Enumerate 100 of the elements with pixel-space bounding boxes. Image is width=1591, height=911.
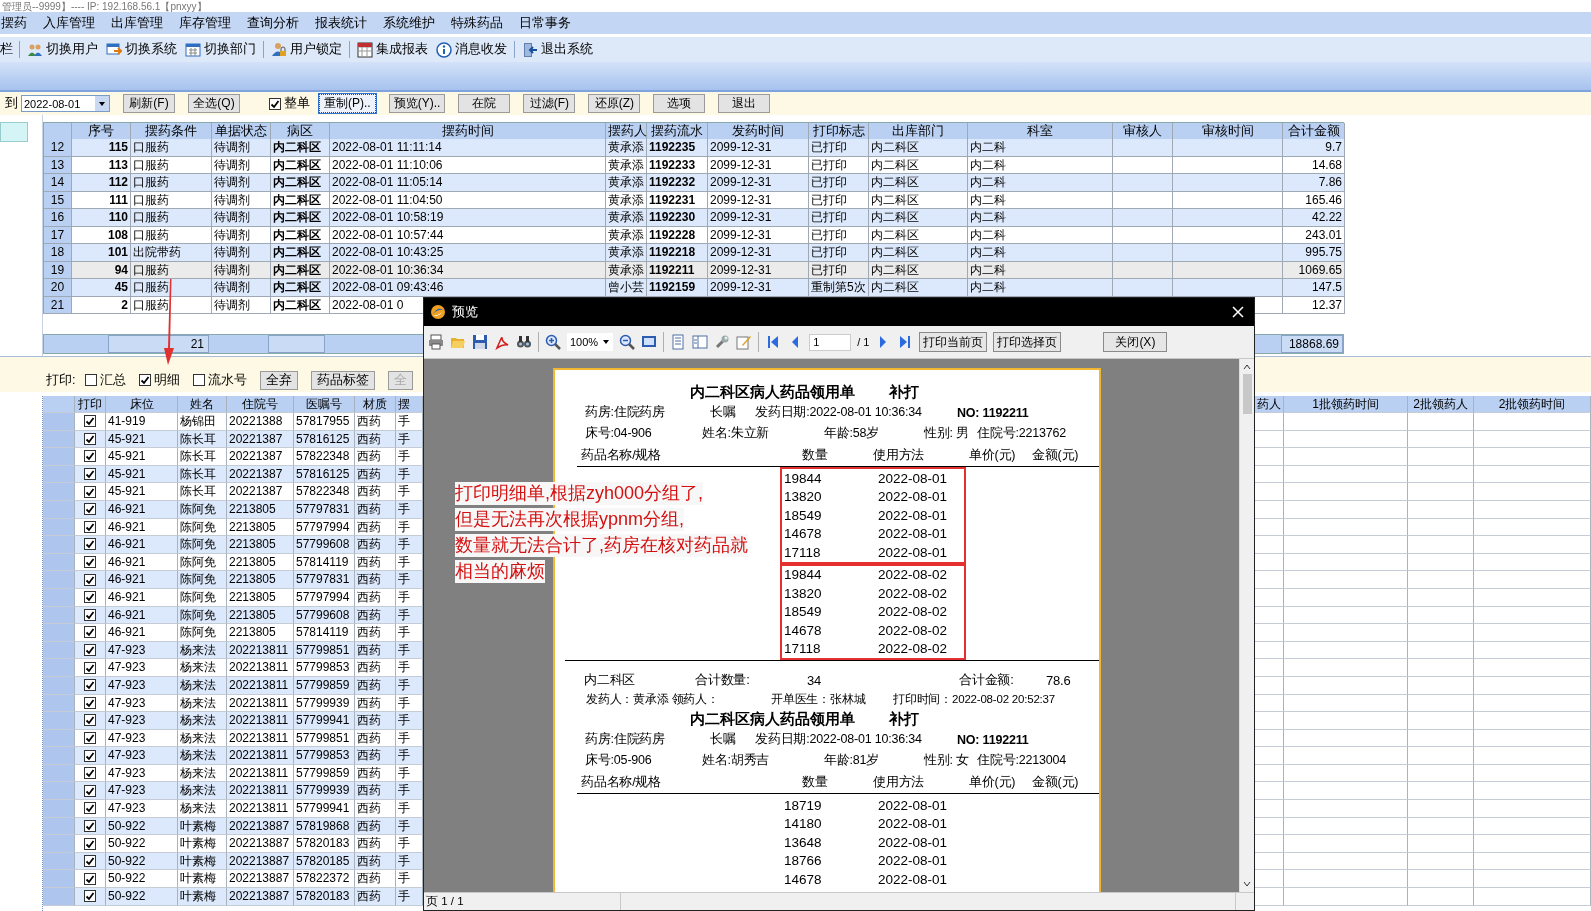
table-row[interactable]: 20 45 口服药 待调剂 内二科区 2022-08-01 09:43:46 曾小芸 1192159 2099-12-31 重制第5次 内二科区 内二科 147.5 — [43, 279, 1344, 297]
checkbox[interactable] — [84, 837, 96, 850]
close-icon[interactable] — [1230, 304, 1246, 320]
column-header[interactable]: 1批领药时间 — [1284, 396, 1408, 413]
close-button[interactable]: 关闭(X) — [1103, 332, 1168, 352]
table-row[interactable]: 47-923 杨来法 202213811 57799853 西药 手 — [43, 659, 423, 677]
checkbox[interactable] — [84, 591, 96, 604]
checkbox[interactable] — [84, 732, 96, 744]
menu-item[interactable]: 查询分析 — [247, 14, 299, 32]
table-row[interactable]: 45-921 陈长耳 20221387 57822348 西药 手 — [43, 483, 423, 501]
checkbox[interactable] — [84, 855, 96, 868]
checkbox[interactable] — [84, 819, 96, 832]
checkbox[interactable] — [269, 97, 281, 110]
scroll-down-icon[interactable] — [1242, 879, 1252, 889]
checkbox[interactable] — [84, 890, 96, 903]
button[interactable]: 刷新(F) — [123, 94, 175, 113]
checkbox[interactable] — [84, 520, 96, 533]
menu-item[interactable]: 系统维护 — [383, 14, 435, 32]
toolbar-button[interactable]: 消息收发 — [435, 41, 508, 58]
zoom-in-icon[interactable] — [545, 334, 561, 350]
menu-item[interactable]: 日常事务 — [519, 14, 571, 32]
button[interactable]: 全弃 — [260, 370, 299, 390]
menu-item[interactable]: 库存管理 — [179, 14, 231, 32]
scrollbar-thumb[interactable] — [1242, 374, 1252, 414]
checkbox[interactable] — [84, 468, 96, 481]
checkbox[interactable] — [84, 538, 96, 551]
columns-icon[interactable] — [692, 334, 709, 350]
table-row[interactable]: 47-923 杨来法 202213811 57799941 西药 手 — [43, 712, 423, 730]
table-row[interactable]: 46-921 陈阿免 2213805 57797831 西药 手 — [43, 571, 423, 589]
menu-item[interactable]: 摆药 — [1, 14, 27, 32]
toolbar-button[interactable]: 切换部门 — [184, 41, 257, 58]
toolbar-button[interactable]: 切换用户 — [26, 41, 99, 58]
table-row[interactable]: 45-921 陈长耳 20221387 57822348 西药 手 — [43, 448, 423, 466]
wrench-icon[interactable] — [714, 334, 731, 350]
checkbox[interactable] — [84, 872, 96, 885]
menu-item[interactable]: 出库管理 — [111, 14, 163, 32]
table-row[interactable]: 12 115 口服药 待调剂 内二科区 2022-08-01 11:11:14 黄承添 1192235 2099-12-31 已打印 内二科区 内二科 9.7 — [43, 139, 1344, 157]
toolbar-button[interactable]: 集成报表 — [356, 41, 429, 58]
button[interactable]: 打印当前页 — [919, 332, 988, 352]
save-icon[interactable] — [472, 334, 488, 350]
printer-icon[interactable] — [428, 334, 444, 350]
scroll-up-icon[interactable] — [1242, 362, 1252, 372]
zoom-dropdown[interactable]: 100% — [567, 333, 614, 351]
table-row[interactable]: 47-923 杨来法 202213811 57799853 西药 手 — [43, 747, 423, 765]
checkbox[interactable] — [84, 503, 96, 516]
menu-item[interactable]: 特殊药品 — [451, 14, 503, 32]
checkbox[interactable] — [84, 749, 96, 762]
toolbar-button[interactable]: 退出系统 — [521, 41, 594, 58]
button[interactable]: 在院 — [458, 94, 511, 113]
button[interactable]: 重制(P).. — [319, 94, 376, 113]
table-row[interactable]: 50-922 叶素梅 202213887 57820183 西药 手 — [43, 888, 423, 906]
checkbox[interactable] — [84, 608, 96, 621]
menu-item[interactable]: 入库管理 — [43, 14, 95, 32]
button[interactable]: 药品标签 — [311, 370, 376, 390]
table-row[interactable]: 46-921 陈阿免 2213805 57799608 西药 手 — [43, 536, 423, 554]
table-row[interactable]: 50-922 叶素梅 202213887 57822372 西药 手 — [43, 870, 423, 889]
checkbox[interactable] — [84, 679, 96, 692]
checkbox[interactable] — [84, 485, 96, 498]
button[interactable]: 选项 — [653, 94, 706, 113]
column-header[interactable]: 2批领药时间 — [1474, 396, 1591, 413]
checkbox[interactable] — [84, 644, 96, 656]
binoculars-icon[interactable] — [516, 334, 532, 350]
checkbox[interactable] — [84, 802, 96, 815]
table-row[interactable]: 16 110 口服药 待调剂 内二科区 2022-08-01 10:58:19 黄承添 1192230 2099-12-31 已打印 内二科区 内二科 42.22 — [43, 209, 1344, 227]
checkbox[interactable] — [84, 415, 96, 428]
caret-icon[interactable] — [98, 99, 106, 108]
checkbox[interactable] — [84, 661, 96, 674]
checkbox[interactable] — [85, 374, 98, 386]
checkbox[interactable] — [139, 374, 152, 386]
button[interactable]: 全选(Q) — [188, 94, 240, 113]
checkbox[interactable] — [84, 556, 96, 569]
table-row[interactable]: 14 112 口服药 待调剂 内二科区 2022-08-01 11:05:14 黄承添 1192232 2099-12-31 已打印 内二科区 内二科 7.86 — [43, 174, 1344, 192]
column-header[interactable]: 2批领药人 — [1408, 396, 1474, 413]
toolbar-button[interactable]: 切换系统 — [105, 41, 178, 58]
table-row[interactable]: 47-923 杨来法 202213811 57799941 西药 手 — [43, 800, 423, 818]
caret-icon[interactable] — [602, 338, 611, 346]
table-row[interactable]: 47-923 杨来法 202213811 57799939 西药 手 — [43, 782, 423, 801]
checkbox[interactable] — [84, 626, 96, 639]
zoom-out-icon[interactable] — [619, 334, 636, 350]
page-field[interactable]: 1 — [809, 333, 852, 351]
checkbox[interactable] — [84, 767, 96, 780]
table-row[interactable]: 50-922 叶素梅 202213887 57820183 西药 手 — [43, 835, 423, 853]
checkbox[interactable] — [84, 714, 96, 727]
checkbox[interactable] — [84, 432, 96, 445]
scrollbar[interactable] — [1239, 359, 1254, 892]
date-field[interactable]: 2022-08-01 — [21, 95, 110, 112]
monitor-icon[interactable] — [641, 334, 658, 350]
button[interactable]: 预览(Y).. — [388, 94, 446, 113]
button[interactable]: 还原(Z) — [588, 94, 641, 113]
checkbox[interactable] — [84, 784, 96, 797]
checkbox[interactable] — [193, 374, 206, 386]
checkbox[interactable] — [84, 696, 96, 709]
toolbar-button[interactable]: 用户锁定 — [270, 41, 343, 58]
table-row[interactable]: 41-919 杨锦田 20221388 57817955 西药 手 — [43, 413, 423, 431]
table-row[interactable]: 18 101 出院带药 待调剂 内二科区 2022-08-01 10:43:25 黄承添 1192218 2099-12-31 已打印 内二科区 内二科 995.75 — [43, 244, 1344, 262]
checkbox[interactable] — [84, 450, 96, 463]
button[interactable]: 退出 — [718, 94, 771, 113]
button[interactable]: 打印选择页 — [993, 332, 1062, 352]
table-row[interactable]: 46-921 陈阿免 2213805 57814119 西药 手 — [43, 624, 423, 642]
pdf-icon[interactable] — [494, 334, 510, 350]
